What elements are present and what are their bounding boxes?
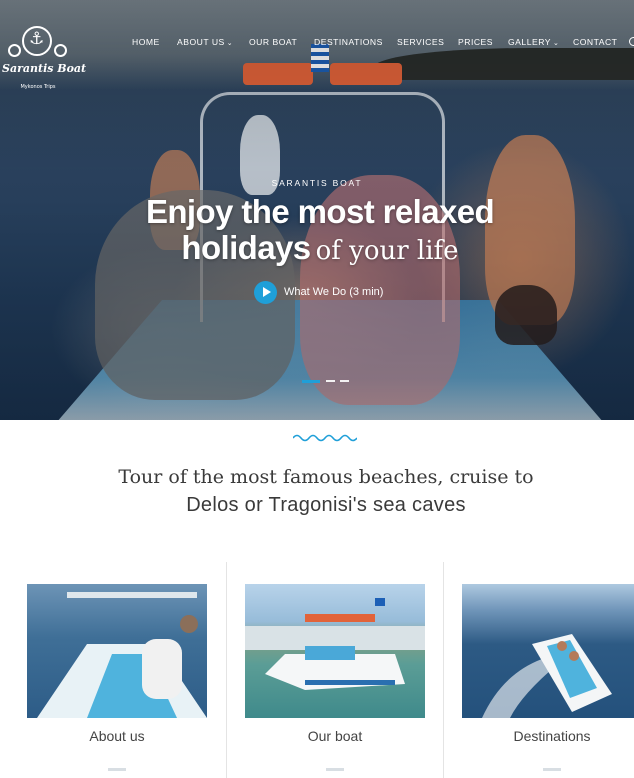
logo-name: Sarantis Boat [2,62,87,75]
column-divider [226,562,227,778]
nav-item-our-boat[interactable]: OUR BOAT [249,37,297,47]
boat-aerial-image [482,634,612,718]
hero-headline-line1: Enjoy the most relaxed [145,193,495,230]
nav-item-contact[interactable]: CONTACT [573,37,617,47]
card-title[interactable]: About us [27,728,207,744]
card-our-boat[interactable]: Our boat [245,584,425,778]
search-icon[interactable] [629,37,634,46]
card-photo-about-us[interactable] [27,584,207,718]
intro-heading-line2: Delos or Tragonisi's sea caves [186,494,466,516]
boat-deck-image [37,592,207,718]
nav-item-destinations[interactable]: DESTINATIONS [314,37,383,47]
logo-tagline: Mykonos Trips [20,84,56,90]
hero-kicker: SARANTIS BOAT [271,178,363,188]
slider-dot[interactable] [326,380,335,382]
nav-item-services[interactable]: SERVICES [397,37,444,47]
card-title[interactable]: Destinations [462,728,634,744]
play-video-button[interactable] [254,281,277,304]
boat-harbor-image [245,598,425,690]
slider-dot[interactable] [340,380,349,382]
chevron-down-icon: ⌄ [553,40,560,47]
slider-dot-active[interactable] [302,380,320,383]
intro-heading-line1: Tour of the most famous beaches, cruise … [118,466,534,488]
slider-dots [302,380,352,383]
card-title[interactable]: Our boat [245,728,425,744]
card-photo-destinations[interactable] [462,584,634,718]
nav-item-about-us[interactable]: ABOUT US ⌄ [177,37,233,47]
hero-headline-line2: holidays of your life [0,229,634,267]
card-photo-our-boat[interactable] [245,584,425,718]
main-navigation: HOME ABOUT US ⌄ OUR BOAT DESTINATIONS SER… [0,37,634,51]
site-logo[interactable]: Sarantis Boat Mykonos Trips [2,22,87,92]
hero-headline-serif: of your life [315,236,459,266]
card-about-us[interactable]: About us [27,584,207,778]
column-divider [443,562,444,778]
card-underline [326,768,344,771]
card-destinations[interactable]: Destinations [462,584,634,778]
card-underline [543,768,561,771]
card-underline [108,768,126,771]
nav-item-prices[interactable]: PRICES [458,37,493,47]
nav-item-gallery[interactable]: GALLERY ⌄ [508,37,559,47]
chevron-down-icon: ⌄ [226,40,234,47]
nav-item-home[interactable]: HOME [132,37,160,47]
video-link[interactable]: What We Do (3 min) [284,286,383,298]
wave-divider-icon [293,434,357,442]
hero-headline-bold: holidays [181,229,311,266]
